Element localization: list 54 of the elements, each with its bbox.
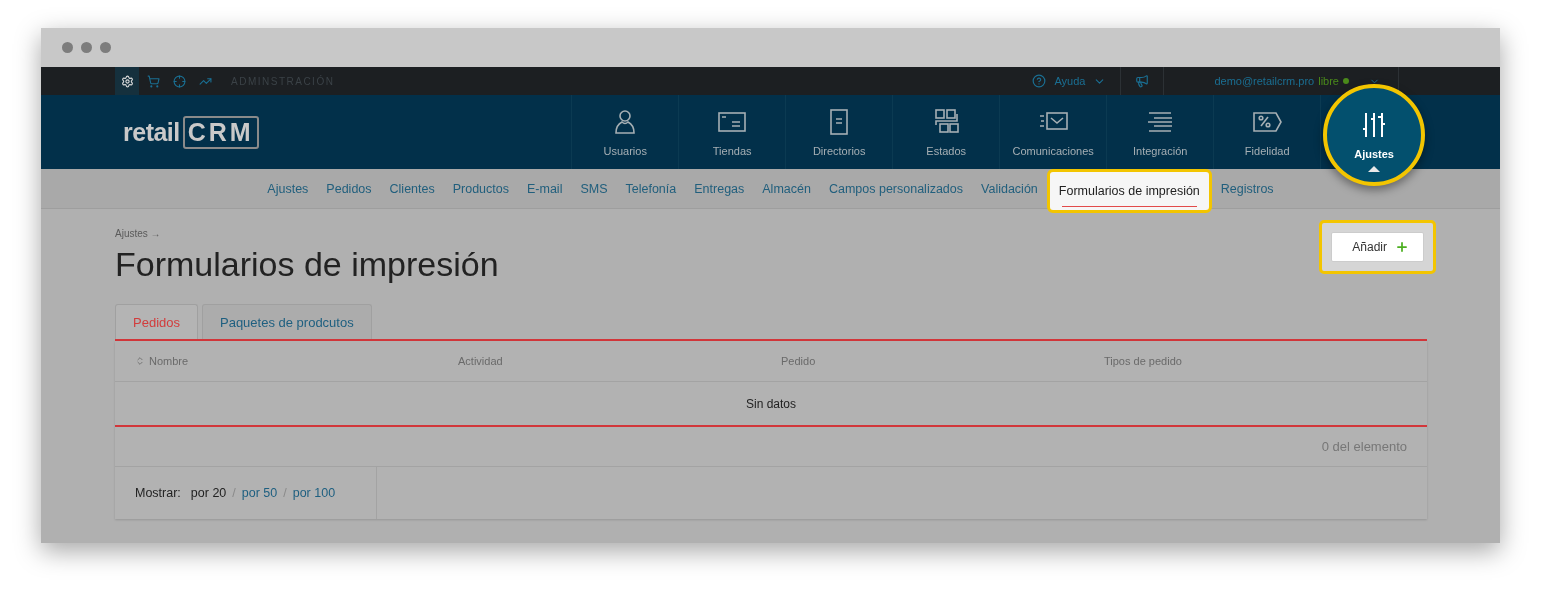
plan-label: libre bbox=[1318, 75, 1339, 87]
sub-nav-item[interactable]: Almacén bbox=[753, 171, 820, 206]
add-button[interactable]: Añadir bbox=[1331, 232, 1424, 262]
nav-item[interactable]: Integración bbox=[1107, 95, 1214, 169]
page-size-option[interactable]: por 100 bbox=[292, 486, 336, 500]
crosshair-icon bbox=[172, 74, 186, 88]
sub-nav-item[interactable]: Pedidos bbox=[317, 171, 381, 206]
breadcrumb[interactable]: Ajustes → bbox=[115, 228, 161, 239]
user-email[interactable]: demo@retailcrm.pro bbox=[1214, 75, 1315, 87]
settings-icon bbox=[120, 74, 134, 88]
cart-icon bbox=[146, 74, 160, 88]
page-title: Formularios de impresión bbox=[115, 245, 499, 284]
column-header: Actividad bbox=[458, 355, 503, 367]
sub-nav-item[interactable]: Ajustes bbox=[258, 171, 318, 206]
status-dot bbox=[1343, 78, 1349, 84]
column-header: Pedido bbox=[781, 355, 816, 367]
sub-nav-item[interactable]: Productos bbox=[443, 171, 518, 206]
sub-nav-item[interactable]: Validación bbox=[972, 171, 1047, 206]
plus-icon bbox=[1395, 240, 1409, 254]
sub-nav-item[interactable]: Telefonía bbox=[616, 171, 686, 206]
sub-nav-item[interactable]: Entregas bbox=[685, 171, 754, 206]
pointer-icon bbox=[1368, 166, 1381, 172]
sub-nav-item[interactable]: E-mail bbox=[518, 171, 572, 206]
help-link[interactable]: Ayuda bbox=[1054, 75, 1086, 87]
logo[interactable]: retail CRM bbox=[115, 95, 572, 169]
nav-item[interactable]: Tiendas bbox=[679, 95, 786, 169]
nav-item[interactable]: Usuarios bbox=[572, 95, 679, 169]
separator: / bbox=[283, 486, 287, 500]
column-header: Nombre bbox=[149, 355, 189, 367]
help-icon[interactable] bbox=[1032, 74, 1047, 88]
window-dot[interactable] bbox=[81, 42, 92, 53]
nav-item[interactable]: Comunicaciones bbox=[1000, 95, 1107, 169]
window-dot[interactable] bbox=[62, 42, 73, 53]
separator: / bbox=[232, 486, 236, 500]
nav-item[interactable]: Fidelidad bbox=[1214, 95, 1321, 169]
sort-icon[interactable] bbox=[135, 356, 145, 366]
page-size-option[interactable]: por 20 bbox=[190, 486, 227, 500]
window-dot[interactable] bbox=[100, 42, 111, 53]
tab[interactable]: Paquetes de prodcutos bbox=[202, 304, 372, 339]
nav-item[interactable]: Estados bbox=[893, 95, 1000, 169]
item-count: 0 del elemento bbox=[1321, 439, 1407, 454]
column-header: Tipos de pedido bbox=[1104, 355, 1182, 367]
sub-nav-item[interactable]: Campos personalizados bbox=[819, 171, 973, 206]
module-button[interactable] bbox=[115, 67, 139, 95]
sub-nav-item[interactable]: SMS bbox=[571, 171, 617, 206]
sub-nav-item[interactable]: Clientes bbox=[380, 171, 444, 206]
empty-message: Sin datos bbox=[745, 396, 796, 411]
page-size-option[interactable]: por 50 bbox=[241, 486, 278, 500]
megaphone-icon[interactable] bbox=[1135, 74, 1150, 88]
nav-item[interactable]: Directorios bbox=[786, 95, 893, 169]
sub-nav-item[interactable]: Registros bbox=[1211, 171, 1283, 206]
page-size-label: Mostrar: bbox=[135, 486, 181, 500]
tab[interactable]: Pedidos bbox=[115, 304, 198, 339]
sub-nav-item[interactable]: Formularios de impresión bbox=[1046, 168, 1212, 213]
